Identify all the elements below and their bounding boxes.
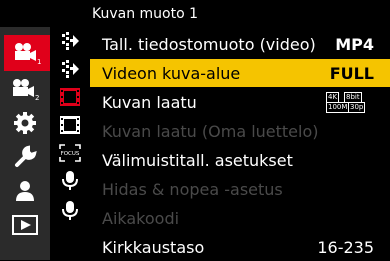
menu-item-label: Kirkkaustaso	[102, 237, 205, 257]
menu-item-label: Tall. tiedostomuoto (video)	[102, 34, 316, 54]
menu-item-buffer-settings[interactable]: Välimuistitall. asetukset	[90, 146, 390, 174]
category-video-2[interactable]: 2	[5, 71, 45, 107]
sub-tab-6[interactable]	[56, 167, 84, 195]
video-camera-icon: 2	[13, 79, 39, 101]
category-playback[interactable]	[5, 207, 45, 243]
menu-item-value: 16-235	[317, 237, 374, 257]
sub-tab-3-active[interactable]	[56, 83, 84, 111]
sub-tab-column: FOCUS	[52, 27, 87, 260]
menu-item-label: Kuvan laatu	[102, 92, 197, 112]
menu-item-label: Videon kuva-alue	[102, 63, 241, 83]
person-icon	[16, 181, 34, 201]
category-video-1[interactable]: 1	[4, 35, 50, 71]
camera-menu-screen: Kuvan muoto 1 1 2 FOCUS Tall. tiedostomu…	[0, 0, 390, 260]
menu-item-image-area[interactable]: Videon kuva-alue FULL	[90, 59, 390, 87]
menu-item-label: Kuvan laatu (Oma luettelo)	[102, 121, 319, 141]
category-my-menu[interactable]	[5, 173, 45, 209]
sub-tab-2[interactable]	[56, 55, 84, 83]
menu-item-slow-quick[interactable]: Hidas & nopea -asetus	[90, 175, 390, 203]
category-setup[interactable]	[5, 139, 45, 175]
category-sub-number: 2	[35, 94, 39, 101]
menu-item-label: Aikakoodi	[102, 208, 180, 228]
menu-item-value: MP4	[335, 34, 374, 54]
sub-tab-5[interactable]: FOCUS	[56, 139, 84, 167]
microphone-icon	[62, 171, 78, 190]
sub-tab-1[interactable]	[56, 27, 84, 55]
category-custom[interactable]	[5, 105, 45, 141]
menu-item-rec-quality-my-list[interactable]: Kuvan laatu (Oma luettelo)	[90, 117, 390, 145]
menu-item-value: FULL	[329, 63, 374, 83]
sub-tab-4[interactable]	[56, 111, 84, 139]
film-strip-icon	[60, 88, 80, 106]
menu-item-luminance-level[interactable]: Kirkkaustaso 16-235	[90, 233, 390, 261]
star-focus-icon	[62, 32, 79, 50]
playback-icon	[12, 215, 38, 235]
gear-icon	[14, 112, 36, 134]
menu-item-label: Hidas & nopea -asetus	[102, 179, 283, 199]
menu-item-label: Välimuistitall. asetukset	[102, 150, 293, 170]
video-camera-icon: 1	[15, 43, 41, 65]
menu-item-rec-quality[interactable]: Kuvan laatu 4K 8bit 100M 30p	[90, 88, 390, 116]
microphone-icon	[62, 201, 78, 220]
star-focus-icon	[62, 60, 79, 78]
wrench-icon	[15, 145, 37, 167]
category-sidebar: 1 2	[0, 27, 50, 260]
menu-title: Kuvan muoto 1	[92, 6, 199, 22]
sub-tab-7[interactable]	[56, 197, 84, 225]
focus-label: FOCUS	[61, 151, 80, 157]
badge-bitrate: 100M	[326, 102, 350, 113]
focus-frame-icon: FOCUS	[59, 144, 81, 162]
badge-frame-rate: 30p	[348, 102, 366, 113]
menu-item-file-format[interactable]: Tall. tiedostomuoto (video) MP4	[90, 30, 390, 58]
film-strip-icon	[60, 116, 80, 134]
category-sub-number: 1	[37, 58, 41, 65]
menu-item-timecode[interactable]: Aikakoodi	[90, 204, 390, 232]
rec-quality-badge: 4K 8bit 100M 30p	[326, 92, 366, 113]
